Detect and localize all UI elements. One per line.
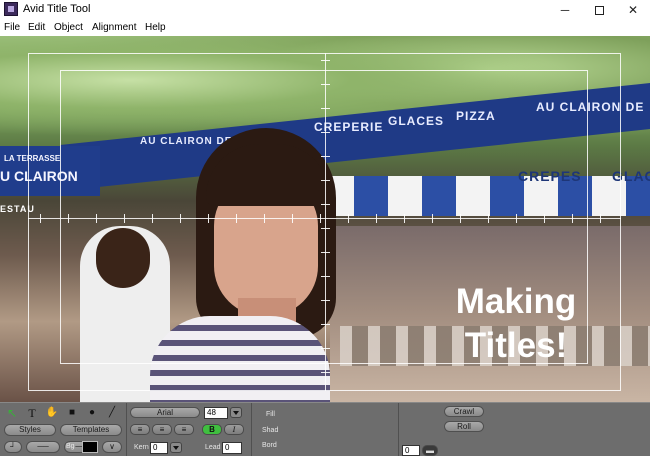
guide-tick: [572, 214, 573, 223]
styles-button[interactable]: Styles: [4, 424, 56, 436]
guide-tick: [321, 156, 330, 157]
guide-tick: [320, 214, 321, 223]
minimize-button[interactable]: ─: [548, 0, 582, 20]
rectangle-tool-icon[interactable]: ■: [64, 406, 80, 420]
guide-tick: [321, 60, 330, 61]
guide-tick: [321, 204, 330, 205]
guide-tick: [404, 214, 405, 223]
guide-tick: [180, 214, 181, 223]
guide-tick: [96, 214, 97, 223]
guide-tick: [600, 214, 601, 223]
title-text-object[interactable]: Making Titles!: [446, 280, 586, 368]
menu-help[interactable]: Help: [145, 22, 166, 33]
italic-button[interactable]: I: [224, 424, 244, 435]
title-toolbar: ↖ T ✋ ■ ● ╱ Styles Templates ┘ ── ── ∨ B…: [0, 402, 650, 456]
guide-tick: [348, 214, 349, 223]
title-line-1: Making: [455, 282, 577, 321]
guide-tick: [321, 252, 330, 253]
title-bar: Avid Title Tool ─ ✕: [0, 0, 650, 20]
guide-tick: [516, 214, 517, 223]
kern-dropdown-icon[interactable]: [170, 442, 182, 453]
line-width-1-button[interactable]: ┘: [4, 441, 22, 453]
guide-tick: [321, 348, 330, 349]
title-canvas[interactable]: AU CLAIRON DE CREPERIE GLACES PIZZA AU C…: [0, 36, 650, 402]
menu-edit[interactable]: Edit: [28, 22, 45, 33]
menu-bar: File Edit Object Alignment Help: [0, 20, 650, 36]
window-title: Avid Title Tool: [23, 3, 91, 15]
font-selector[interactable]: Arial: [130, 407, 200, 418]
border-label[interactable]: Bord: [262, 442, 277, 449]
selection-tool-icon[interactable]: ↖: [4, 406, 20, 420]
guide-tick: [376, 214, 377, 223]
guide-tick: [236, 214, 237, 223]
guide-tick: [321, 108, 330, 109]
guide-tick: [321, 180, 330, 181]
menu-file[interactable]: File: [4, 22, 20, 33]
app-icon: [4, 2, 18, 16]
frame-navigate-icon[interactable]: ▬: [422, 445, 438, 456]
line-width-2-button[interactable]: ──: [26, 441, 60, 453]
fill-label[interactable]: Fill: [266, 411, 275, 418]
lead-field[interactable]: 0: [222, 442, 242, 454]
toolbar-divider: [251, 403, 252, 456]
guide-tick: [488, 214, 489, 223]
align-center-button[interactable]: ≡: [152, 424, 172, 435]
guide-tick: [292, 214, 293, 223]
guide-tick: [321, 300, 330, 301]
guide-tick: [321, 324, 330, 325]
menu-object[interactable]: Object: [54, 22, 83, 33]
line-width-4-button[interactable]: ∨: [102, 441, 122, 453]
menu-alignment[interactable]: Alignment: [92, 22, 136, 33]
guide-tick: [321, 276, 330, 277]
guide-tick: [208, 214, 209, 223]
roll-button[interactable]: Roll: [444, 421, 484, 432]
frame-field[interactable]: 0: [402, 445, 420, 456]
align-left-button[interactable]: ≡: [130, 424, 150, 435]
font-size-field[interactable]: 48: [204, 407, 228, 419]
guide-tick: [321, 84, 330, 85]
kern-label: Kern: [134, 444, 149, 451]
lead-label: Lead: [205, 444, 221, 451]
bg-color-swatch[interactable]: [82, 441, 98, 453]
center-guide-vertical: [325, 53, 326, 391]
close-button[interactable]: ✕: [616, 0, 650, 20]
line-tool-icon[interactable]: ╱: [104, 406, 120, 420]
hand-tool-icon[interactable]: ✋: [44, 406, 60, 420]
oval-tool-icon[interactable]: ●: [84, 406, 100, 420]
shadow-label[interactable]: Shad: [262, 427, 278, 434]
align-right-button[interactable]: ≡: [174, 424, 194, 435]
guide-tick: [460, 214, 461, 223]
text-tool-icon[interactable]: T: [24, 406, 40, 420]
crawl-button[interactable]: Crawl: [444, 406, 484, 417]
title-line-2: Titles!: [464, 326, 568, 365]
maximize-icon: [594, 6, 604, 16]
guide-tick: [432, 214, 433, 223]
guide-tick: [544, 214, 545, 223]
guide-tick: [321, 228, 330, 229]
guide-tick: [321, 132, 330, 133]
guide-tick: [152, 214, 153, 223]
templates-button[interactable]: Templates: [60, 424, 122, 436]
maximize-button[interactable]: [582, 0, 616, 20]
bg-label: Bg: [66, 443, 75, 450]
bold-button[interactable]: B: [202, 424, 222, 435]
guide-tick: [124, 214, 125, 223]
guide-tick: [68, 214, 69, 223]
guide-tick: [264, 214, 265, 223]
toolbar-divider: [398, 403, 399, 456]
toolbar-divider: [126, 403, 127, 456]
guide-tick: [40, 214, 41, 223]
font-size-dropdown-icon[interactable]: [230, 407, 242, 418]
kern-field[interactable]: 0: [150, 442, 168, 454]
guide-tick: [321, 372, 330, 373]
